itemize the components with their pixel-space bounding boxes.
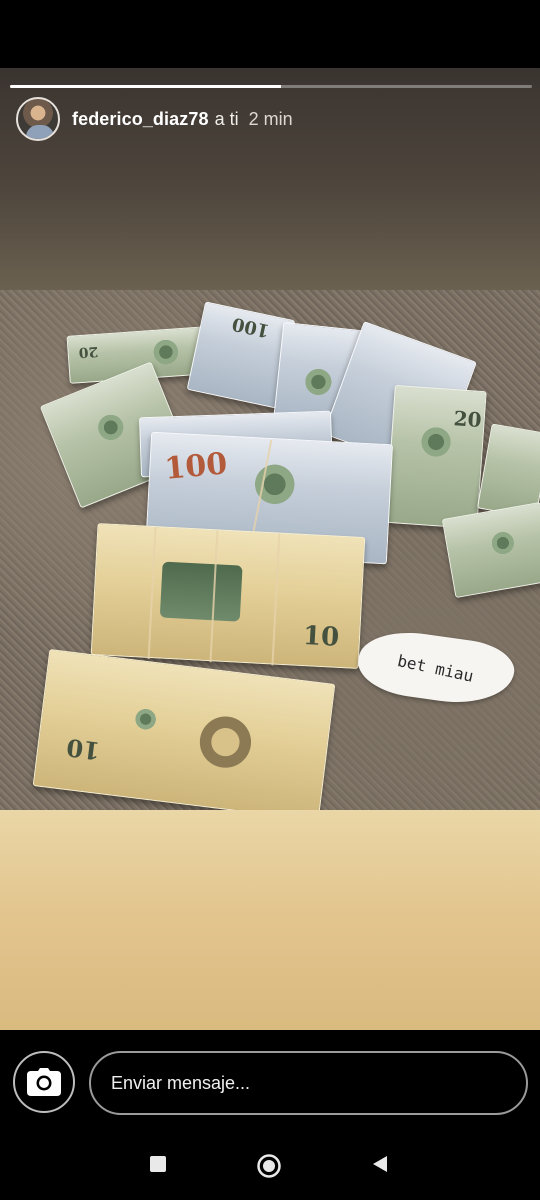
handwritten-note-text: bet miau xyxy=(396,650,476,686)
rubber-band xyxy=(147,527,157,659)
instagram-story-screen: federico_diaz78 a ti 2 min 20 100 20 100… xyxy=(0,0,540,1200)
bill-seal xyxy=(131,704,161,734)
story-recipient: a ti xyxy=(214,108,239,129)
story-viewer[interactable]: federico_diaz78 a ti 2 min 20 100 20 100… xyxy=(0,68,540,1030)
story-progress-bar xyxy=(10,85,532,88)
story-header[interactable]: federico_diaz78 a ti 2 min xyxy=(16,96,293,142)
rubber-band xyxy=(271,533,281,666)
bill-portrait xyxy=(414,423,458,461)
recent-apps-button[interactable] xyxy=(148,1154,168,1174)
handwritten-note: bet miau xyxy=(354,625,518,711)
camera-icon xyxy=(27,1068,61,1096)
bill-denomination: 10 xyxy=(64,732,102,766)
reply-bar xyxy=(0,1030,540,1130)
circle-icon xyxy=(257,1154,281,1178)
bill-portrait xyxy=(485,527,520,559)
bill-denomination: 20 xyxy=(452,406,483,433)
money-bundle: 10 xyxy=(32,648,336,810)
back-button[interactable] xyxy=(370,1154,390,1174)
story-photo: 20 100 20 100 10 10 bet miau xyxy=(0,290,540,810)
story-timestamp: 2 min xyxy=(248,108,293,129)
system-navigation-bar xyxy=(0,1130,540,1200)
home-button[interactable] xyxy=(257,1154,281,1178)
bill-portrait xyxy=(298,365,338,399)
bill-denomination: 100 xyxy=(230,312,272,342)
money-bundle: 10 xyxy=(90,523,366,669)
status-bar xyxy=(0,0,540,68)
story-progress-fill xyxy=(10,85,282,88)
bill-portrait xyxy=(187,708,264,777)
bill-portrait xyxy=(147,336,184,368)
bill-denomination: 10 xyxy=(302,621,340,653)
triangle-icon xyxy=(373,1156,387,1172)
bill-denomination: 20 xyxy=(78,342,99,361)
camera-button[interactable] xyxy=(13,1051,75,1113)
story-username[interactable]: federico_diaz78 xyxy=(72,109,209,130)
message-input[interactable] xyxy=(89,1051,528,1115)
bill-portrait xyxy=(89,407,133,448)
bill-portrait xyxy=(246,459,303,509)
money-bundle xyxy=(441,501,540,599)
money-bundle: 20 xyxy=(385,384,487,530)
bill-building xyxy=(159,561,243,622)
bill-denomination: 100 xyxy=(163,446,229,487)
square-icon xyxy=(150,1156,166,1172)
avatar[interactable] xyxy=(16,97,60,141)
story-bottom-background xyxy=(0,810,540,1030)
